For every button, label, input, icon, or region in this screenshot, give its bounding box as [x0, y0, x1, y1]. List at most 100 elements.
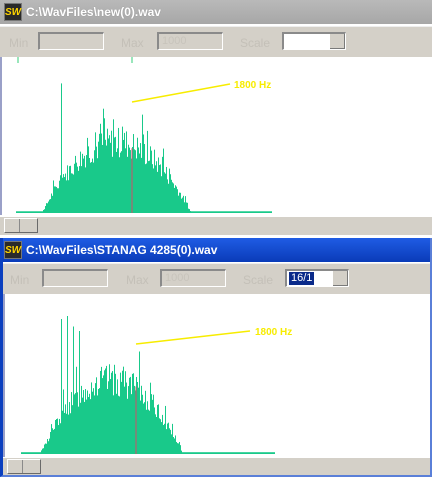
- spectrum-bar: [22, 452, 23, 454]
- horizontal-scrollbar[interactable]: [3, 457, 430, 475]
- spectrum-bar: [259, 211, 260, 213]
- title-bar[interactable]: SW C:\WavFiles\STANAG 4285(0).wav: [3, 238, 430, 262]
- spectrum-bar: [144, 402, 145, 454]
- spectrum-bar: [179, 441, 180, 454]
- spectrum-bar: [83, 390, 84, 454]
- scale-select[interactable]: [282, 32, 346, 50]
- spectrum-bar: [31, 452, 32, 454]
- scale-select[interactable]: 16/1: [285, 269, 349, 287]
- spectrum-bar: [94, 150, 95, 213]
- spectrum-bar: [52, 428, 53, 454]
- spectrum-bar: [145, 390, 146, 454]
- spectrum-bar: [120, 372, 121, 454]
- spectrum-bar: [193, 211, 194, 213]
- spectrum-bar: [69, 166, 70, 213]
- spectrum-chart: 1800 Hz: [16, 57, 272, 214]
- spectrum-bar: [249, 452, 250, 454]
- spectrum-bar: [158, 404, 159, 454]
- spectrum-bar: [130, 376, 131, 454]
- min-field[interactable]: [38, 32, 104, 50]
- spectrum-bar: [26, 211, 27, 213]
- spectrum-bar: [67, 165, 68, 213]
- spectrum-bar: [101, 133, 102, 213]
- spectrum-bar: [140, 143, 141, 213]
- spectrum-bar: [134, 385, 135, 454]
- spectrum-bar: [68, 180, 69, 213]
- scroll-thumb[interactable]: [4, 218, 38, 233]
- spectrum-bar: [91, 162, 92, 213]
- spectrum-bar: [46, 443, 47, 454]
- spectrum-bar: [157, 171, 158, 213]
- spectrum-bar: [245, 452, 246, 454]
- spectrum-bar: [176, 441, 177, 454]
- spectrum-bar: [231, 452, 232, 454]
- spectrum-bar: [268, 452, 269, 454]
- spectrum-bar: [48, 201, 49, 213]
- app-icon[interactable]: SW: [4, 241, 22, 259]
- spectrum-bar: [100, 123, 101, 213]
- spectrum-bar: [171, 179, 172, 213]
- spectrum-bar: [86, 399, 87, 454]
- spectrum-bar: [199, 452, 200, 454]
- spectrum-bar: [188, 208, 189, 213]
- spectrum-bar: [195, 452, 196, 454]
- min-field[interactable]: [42, 269, 108, 287]
- spectrum-bar: [137, 381, 138, 454]
- spectrum-bar: [186, 452, 187, 454]
- chevron-down-icon[interactable]: [332, 271, 348, 286]
- spectrum-bar: [51, 424, 52, 454]
- spectrum-bar: [28, 211, 29, 213]
- spectrum-bar: [41, 450, 42, 454]
- spectrum-bar: [138, 147, 139, 213]
- spectrum-bar: [207, 211, 208, 213]
- spectrum-bar: [142, 394, 143, 454]
- spectrum-bar: [225, 211, 226, 213]
- spectrum-bar: [113, 395, 114, 454]
- spectrum-bar: [220, 211, 221, 213]
- spectrum-bar: [98, 388, 99, 454]
- chevron-down-icon[interactable]: [329, 34, 345, 49]
- spectrum-bar: [103, 108, 104, 213]
- max-field[interactable]: 1000: [160, 269, 226, 287]
- scroll-thumb[interactable]: [7, 459, 41, 474]
- spectrum-bar: [269, 211, 270, 213]
- spectrum-bar: [252, 211, 253, 213]
- max-field[interactable]: 1000: [157, 32, 223, 50]
- spectrum-bar: [97, 395, 98, 454]
- spectrum-bar: [192, 452, 193, 454]
- title-bar[interactable]: SW C:\WavFiles\new(0).wav: [0, 0, 432, 24]
- spectrum-bar: [273, 452, 274, 454]
- spectrum-bar: [233, 211, 234, 213]
- horizontal-scrollbar[interactable]: [0, 216, 432, 235]
- spectrum-bar: [173, 183, 174, 213]
- spectrum-bar: [259, 452, 260, 454]
- app-icon[interactable]: SW: [4, 3, 22, 21]
- spectrum-bar: [244, 211, 245, 213]
- spectrum-bar: [38, 452, 39, 454]
- spectrum-bar: [231, 211, 232, 213]
- spectrum-bar: [146, 163, 147, 213]
- spectrum-bar: [236, 452, 237, 454]
- spectrum-bar: [35, 211, 36, 213]
- spectrum-bar: [144, 144, 145, 213]
- spectrum-bar: [169, 428, 170, 454]
- spectrum-bar: [208, 211, 209, 213]
- spectrum-bar: [51, 193, 52, 213]
- spectrum-bar: [179, 192, 180, 213]
- spectrum-bar: [48, 441, 49, 454]
- annotation-pointer: [135, 330, 251, 345]
- spectrum-bar: [213, 452, 214, 454]
- spectrum-bar: [210, 452, 211, 454]
- spectrum-bar: [131, 394, 132, 454]
- spectrum-bar: [205, 452, 206, 454]
- spectrum-bar: [201, 211, 202, 213]
- spectrum-bar: [261, 452, 262, 454]
- spectrum-bar: [203, 211, 204, 213]
- spectrum-bar: [70, 165, 71, 213]
- spectrum-bar: [191, 452, 192, 454]
- spectrum-bar: [95, 132, 96, 213]
- spectrum-bar: [177, 443, 178, 454]
- spectrum-bar: [138, 387, 139, 454]
- spectrum-bar: [97, 158, 98, 213]
- spectrum-bar: [80, 151, 81, 213]
